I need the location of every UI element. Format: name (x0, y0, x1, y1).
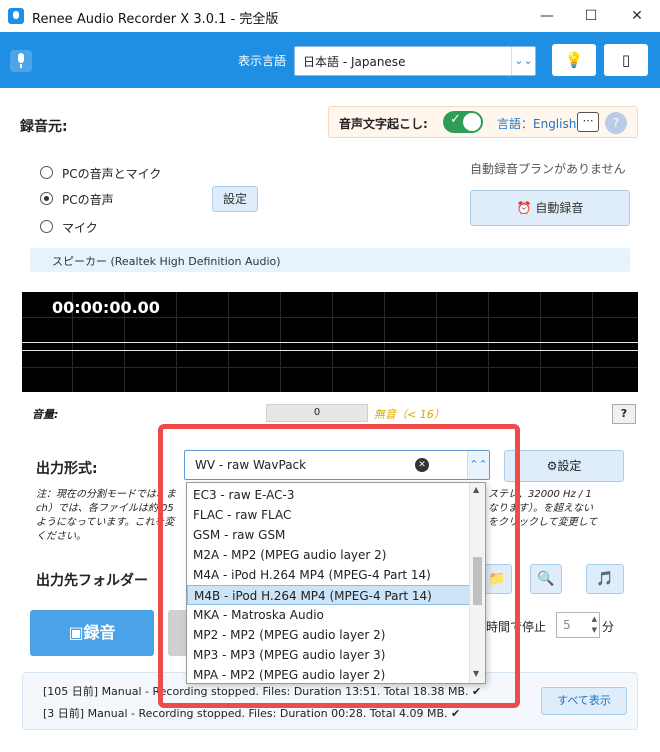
volume-meter: 0 (266, 404, 368, 422)
stepper-value: 5 (563, 618, 571, 632)
language-label: 表示言語 (238, 54, 287, 68)
elapsed-time: 00:00:00.00 (52, 298, 160, 317)
output-folder-label: 出力先フォルダー (36, 573, 148, 589)
auto-record-button[interactable]: ⏰ 自動録音 (470, 190, 630, 226)
format-settings-button[interactable]: ⚙設定 (504, 450, 624, 482)
chat-icon[interactable]: ⋯ (577, 112, 599, 132)
microphone-icon (10, 50, 32, 72)
lightbulb-icon: 💡 (564, 51, 584, 69)
language-select[interactable]: 日本語 - Japanese ⌄⌄ (294, 46, 536, 76)
title-bar: Renee Audio Recorder X 3.0.1 - 完全版 — ☐ ✕ (0, 0, 660, 32)
chevron-down-icon[interactable]: ⌄⌄ (511, 47, 535, 75)
show-all-button[interactable]: すべて表示 (541, 687, 627, 715)
record-button[interactable]: ▣録音 (30, 610, 154, 656)
transcription-language[interactable]: 言語：English (497, 115, 576, 132)
device-name: スピーカー (Realtek High Definition Audio) (52, 255, 281, 268)
device-bar: スピーカー (Realtek High Definition Audio) (30, 248, 630, 272)
tablet-button[interactable]: ▯ (604, 44, 648, 76)
help-icon[interactable]: ? (605, 112, 627, 134)
transcription-label: 音声文字起こし: (339, 117, 428, 131)
toolbar: 表示言語 日本語 - Japanese ⌄⌄ 💡 ▯ (0, 32, 660, 88)
radio-button-selected[interactable] (40, 192, 53, 205)
minutes-label: 分 (602, 620, 615, 634)
search-icon: 🔍 (537, 571, 555, 587)
waveform-line (22, 342, 638, 343)
radio-label: PCの音声 (62, 193, 114, 207)
radio-button[interactable] (40, 166, 53, 179)
no-plan-text: 自動録音プランがありません (470, 162, 626, 176)
volume-status: 無音（< 16） (374, 408, 445, 421)
search-button[interactable]: 🔍 (530, 564, 562, 594)
note-text: 注：現在の分割モードでは、ま ch）では、各ファイルは約 05 ようになっていま… (36, 489, 176, 542)
radio-button[interactable] (40, 220, 53, 233)
music-icon: 🎵 (596, 571, 614, 587)
close-button[interactable]: ✕ (620, 4, 654, 28)
check-icon: ✓ (450, 112, 461, 127)
language-value: 日本語 - Japanese (303, 55, 406, 69)
output-format-label: 出力形式: (36, 461, 98, 477)
grid-line (22, 367, 638, 368)
radio-label: PCの音声とマイク (62, 167, 162, 181)
music-button[interactable]: 🎵 (586, 564, 624, 594)
source-label: 録音元: (20, 119, 68, 135)
radio-label: マイク (62, 221, 98, 235)
window-title: Renee Audio Recorder X 3.0.1 - 完全版 (32, 12, 279, 27)
volume-help-button[interactable]: ? (612, 404, 636, 424)
highlight-box (158, 424, 520, 708)
transcription-toggle[interactable]: ✓ (443, 111, 483, 133)
stepper-arrows[interactable]: ▲ ▼ (592, 614, 597, 636)
source-settings-button[interactable]: 設定 (212, 186, 258, 212)
lightbulb-button[interactable]: 💡 (552, 44, 596, 76)
grid-line (22, 317, 638, 318)
toggle-knob (463, 113, 481, 131)
waveform-display: 00:00:00.00 (22, 292, 638, 392)
stepper-up-icon[interactable]: ▲ (592, 615, 597, 623)
maximize-button[interactable]: ☐ (574, 4, 608, 28)
app-logo-icon (8, 8, 24, 24)
volume-label: 音量: (32, 408, 59, 421)
stop-after-stepper[interactable]: 5 ▲ ▼ (556, 612, 600, 638)
transcription-panel: 音声文字起こし: ✓ 言語：English ⋯ ? (328, 106, 638, 138)
stepper-down-icon[interactable]: ▼ (592, 626, 597, 634)
minimize-button[interactable]: — (530, 4, 564, 28)
waveform-line (22, 350, 638, 351)
tablet-icon: ▯ (621, 51, 631, 69)
